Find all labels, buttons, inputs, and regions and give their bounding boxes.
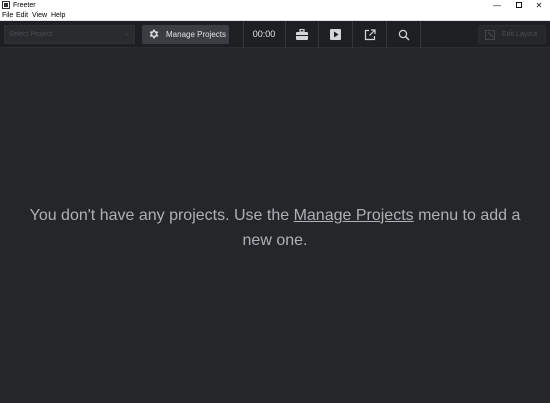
edit-layout-button[interactable]: Edit Layout bbox=[478, 25, 546, 44]
manage-projects-button[interactable]: Manage Projects bbox=[142, 25, 229, 44]
chevron-down-icon: ⌄ bbox=[124, 31, 130, 37]
empty-state-message: You don't have any projects. Use the Man… bbox=[20, 203, 530, 253]
menu-view[interactable]: View bbox=[32, 11, 47, 21]
gear-icon bbox=[149, 29, 159, 39]
search-button[interactable] bbox=[387, 21, 420, 48]
maximize-icon bbox=[516, 1, 522, 8]
toolbar-divider bbox=[420, 21, 421, 48]
search-icon bbox=[398, 29, 409, 40]
minimize-button[interactable]: — bbox=[485, 0, 509, 11]
app-icon bbox=[2, 1, 10, 9]
toolbox-icon bbox=[295, 29, 308, 40]
menu-bar: File Edit View Help bbox=[0, 11, 550, 21]
timer-display[interactable]: 00:00 bbox=[244, 21, 284, 48]
open-external-button[interactable] bbox=[353, 21, 386, 48]
window-title: Freeter bbox=[13, 2, 36, 9]
menu-edit[interactable]: Edit bbox=[16, 11, 28, 21]
play-icon bbox=[330, 29, 341, 40]
external-link-icon bbox=[364, 28, 376, 40]
toolbar: Select Project ⌄ Manage Projects 00:00 E… bbox=[0, 21, 550, 48]
project-select[interactable]: Select Project ⌄ bbox=[4, 25, 135, 44]
project-select-placeholder: Select Project bbox=[9, 31, 53, 38]
play-button[interactable] bbox=[319, 21, 352, 48]
manage-projects-label: Manage Projects bbox=[166, 30, 227, 39]
close-button[interactable]: ✕ bbox=[527, 0, 550, 11]
message-text-before: You don't have any projects. Use the bbox=[29, 207, 294, 224]
title-bar: Freeter — ✕ bbox=[0, 0, 550, 11]
edit-layout-label: Edit Layout bbox=[502, 31, 538, 38]
menu-file[interactable]: File bbox=[2, 11, 13, 21]
menu-help[interactable]: Help bbox=[51, 11, 65, 21]
toolbox-button[interactable] bbox=[285, 21, 318, 48]
edit-layout-icon bbox=[485, 30, 495, 40]
manage-projects-link[interactable]: Manage Projects bbox=[294, 207, 414, 224]
